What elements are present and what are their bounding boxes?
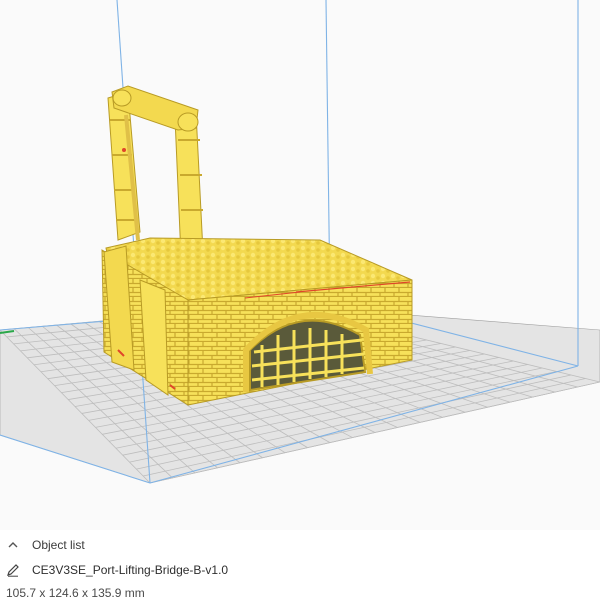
chevron-up-icon[interactable]: [6, 539, 20, 551]
3d-viewport[interactable]: [0, 0, 600, 530]
object-dimensions: 105.7 x 124.6 x 135.9 mm: [6, 586, 145, 600]
model-port-lifting-bridge[interactable]: [101, 85, 413, 406]
object-name: CE3V3SE_Port-Lifting-Bridge-B-v1.0: [32, 563, 229, 577]
pencil-icon[interactable]: [6, 563, 20, 577]
object-list-item[interactable]: CE3V3SE_Port-Lifting-Bridge-B-v1.0: [6, 563, 228, 577]
object-list-header[interactable]: Object list: [6, 538, 85, 552]
object-panel: Object list CE3V3SE_Port-Lifting-Bridge-…: [0, 530, 600, 603]
build-plate-scene[interactable]: [0, 0, 600, 530]
object-list-label: Object list: [32, 538, 85, 552]
